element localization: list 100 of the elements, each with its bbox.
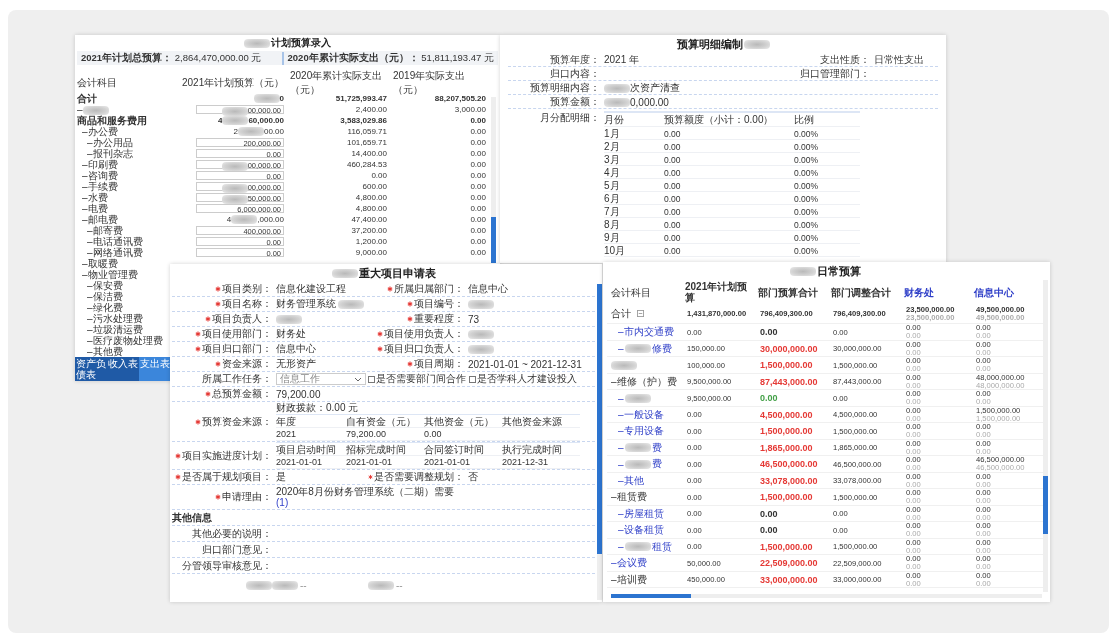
amount-value: 22,509,000.00 xyxy=(760,558,818,568)
checkbox-label: 是否学科人才建设投入 xyxy=(477,372,577,386)
account-link[interactable]: –会议费 xyxy=(611,556,647,570)
table-cell-text: 6月 xyxy=(604,192,621,206)
checkbox[interactable] xyxy=(368,375,375,383)
window-title: 日常预算 xyxy=(817,263,861,279)
account-link[interactable]: – xyxy=(618,442,624,453)
account-link[interactable]: – xyxy=(618,392,624,404)
scrollbar-thumb[interactable] xyxy=(611,594,691,598)
column-header: 其他资金（元） xyxy=(424,415,495,429)
field-value: 73 xyxy=(468,313,480,325)
funding-note: 财政拨款：0.00 元 xyxy=(276,402,359,413)
field-value: 信息中心 xyxy=(468,282,508,296)
amount-value: 0.00 xyxy=(470,116,486,125)
account-link[interactable]: –市内交通费 xyxy=(618,325,674,339)
account-name: –邮寄费 xyxy=(87,225,123,236)
table-cell-text: 0.00 xyxy=(664,233,682,243)
table-cell-text: 2021-12-31 xyxy=(502,457,550,467)
column-link[interactable]: 财务处 xyxy=(904,286,974,298)
account-link[interactable]: –房屋租赁 xyxy=(618,506,664,521)
sheet-tab[interactable]: 收入表 xyxy=(107,357,139,381)
scrollbar-thumb[interactable] xyxy=(1043,476,1048,534)
field-label: 归口内容： xyxy=(550,68,600,79)
account-name: 合计 xyxy=(77,93,97,104)
account-name: –咨询费 xyxy=(82,170,118,181)
checkbox-label: 是否需要部门间合作 xyxy=(376,372,466,386)
table-cell-text: 8月 xyxy=(604,218,621,232)
account-name: –电话通讯费 xyxy=(87,236,143,247)
table-cell-text: 0.00 xyxy=(664,207,682,217)
amount-value: 0.00 xyxy=(470,204,486,213)
scrollbar-thumb[interactable] xyxy=(491,217,496,263)
account-link[interactable]: – xyxy=(618,458,624,470)
amount-value: 1,865,000.00 xyxy=(760,442,813,453)
amount-value: 101,659.71 xyxy=(346,138,387,147)
table-cell-text: 0.00 xyxy=(664,142,682,152)
account-link[interactable]: –专用设备 xyxy=(618,424,664,438)
column-header: 项目启动时间 xyxy=(276,443,337,457)
field-label: 项目编号： xyxy=(414,297,464,311)
amount-value: 0.00 xyxy=(470,138,486,147)
account-link[interactable]: – xyxy=(618,343,624,354)
field-value: 是 xyxy=(276,470,286,484)
amount-value: 0.00 xyxy=(470,171,486,180)
amount-value: 2 xyxy=(233,127,238,136)
account-name: –网络通讯费 xyxy=(87,247,143,258)
table-cell-text: 0.00 xyxy=(664,129,682,139)
account-link[interactable]: 租赁 xyxy=(651,539,672,554)
table-cell-text: 2月 xyxy=(604,140,621,154)
field-label: 项目负责人： xyxy=(212,312,272,326)
sheet-tab[interactable]: 支出表 xyxy=(139,357,171,381)
amount-value: 30,000,000.00 xyxy=(760,343,818,354)
account-link[interactable]: 费 xyxy=(651,457,662,471)
sheet-tab[interactable]: 资产负债表 xyxy=(75,357,107,381)
checkbox[interactable] xyxy=(469,375,476,383)
account-link[interactable]: –设备租赁 xyxy=(618,523,664,537)
amount-value: 3,583,029.86 xyxy=(340,116,387,125)
scrollbar-track[interactable] xyxy=(491,97,496,263)
table-cell-text: 0.00% xyxy=(794,194,820,204)
table-cell-text: 9月 xyxy=(604,231,621,245)
field-label: 项目使用部门： xyxy=(202,327,272,341)
amount-value: 1,500,000.00 xyxy=(760,541,813,552)
field-label: 项目类别： xyxy=(222,282,272,296)
field-value: 无形资产 xyxy=(276,357,316,371)
summary-text: 2020年累计实际支出（元）： 51,811,193.47 元 xyxy=(281,51,498,65)
field-label: 其他必要的说明： xyxy=(192,526,272,541)
column-header: 2021年计划预算 xyxy=(685,281,749,303)
field-label: 预算年度： xyxy=(550,54,600,65)
table-cell-text: 2021-01-01 xyxy=(276,457,324,467)
table-cell-text: 2021-01-01 xyxy=(346,457,394,467)
window-title: 预算明细编制 xyxy=(676,36,743,52)
amount-value: 60,000.00 xyxy=(248,116,284,125)
table-cell-text: 0.00 xyxy=(664,155,682,165)
account-link[interactable]: –其他 xyxy=(618,473,644,488)
attachment-link[interactable]: (1) xyxy=(276,497,289,508)
amount-value: 0.00 xyxy=(470,160,486,169)
field-value: 次资产清查 xyxy=(630,82,680,93)
field-value: 财务管理系统 xyxy=(276,297,336,311)
account-link[interactable]: 费 xyxy=(651,440,662,455)
account-name: –物业管理费 xyxy=(82,269,138,280)
amount-value: 3,000.00 xyxy=(454,105,486,114)
collapse-icon[interactable] xyxy=(637,310,644,317)
scrollbar-track[interactable] xyxy=(1043,280,1048,592)
account-link[interactable]: –一般设备 xyxy=(618,407,664,422)
table-cell-text: 2021 xyxy=(276,429,298,439)
column-link[interactable]: 信息中心 xyxy=(974,286,1044,298)
account-link[interactable]: 修费 xyxy=(651,341,672,356)
account-link[interactable]: – xyxy=(618,541,624,552)
field-label: 预算资金来源： xyxy=(202,414,272,429)
field-value: 日常性支出 xyxy=(874,54,924,65)
task-dropdown[interactable]: 信息工作 xyxy=(276,373,366,385)
window-title: 重大项目申请表 xyxy=(358,265,436,281)
account-name: –保洁费 xyxy=(87,291,123,302)
table-cell-text: 0.00% xyxy=(794,129,820,139)
account-name: –维修（护）费 xyxy=(611,374,677,389)
account-name: –手续费 xyxy=(82,181,118,192)
column-header: 比例 xyxy=(794,113,815,127)
field-label: 总预算金额： xyxy=(212,387,272,401)
amount-value: 88,207,505.20 xyxy=(434,94,486,103)
amount-value: 1,500,000.00 xyxy=(760,360,813,370)
column-header: 预算额度（小计：0.00） xyxy=(664,113,775,127)
field-label: 项目周期： xyxy=(414,357,464,371)
